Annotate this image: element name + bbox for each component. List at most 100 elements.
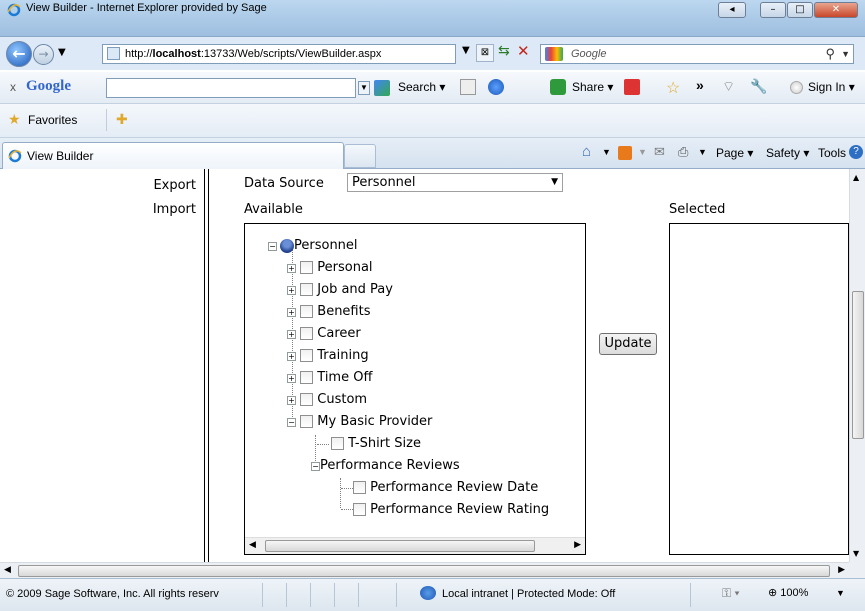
tree-scroll-thumb[interactable] — [265, 540, 535, 552]
collapse-icon[interactable]: − — [311, 462, 320, 471]
print-dropdown-icon[interactable]: ▼ — [698, 147, 707, 157]
expand-icon[interactable]: + — [287, 396, 296, 405]
tree-item[interactable]: + Training — [287, 346, 369, 366]
feeds-dropdown-icon[interactable]: ▼ — [638, 147, 647, 157]
scroll-right-icon[interactable]: ▶ — [574, 540, 581, 550]
tree-item[interactable]: + Job and Pay — [287, 280, 393, 300]
zoom-dropdown-icon[interactable]: ▼ — [836, 588, 845, 598]
tree-hscrollbar[interactable]: ◀ ▶ — [245, 537, 585, 554]
tree-item[interactable]: + Time Off — [287, 368, 372, 388]
help-icon[interactable]: ? — [849, 145, 863, 159]
tree-checkbox[interactable] — [300, 261, 314, 274]
mail-icon[interactable]: ✉ — [654, 144, 665, 160]
tree-checkbox[interactable] — [300, 305, 314, 318]
tree-item[interactable]: + Benefits — [287, 302, 371, 322]
import-link[interactable]: Import — [153, 202, 196, 217]
expand-icon[interactable]: + — [287, 374, 296, 383]
popup-blocker-icon[interactable] — [624, 79, 640, 95]
more-tools-button[interactable]: » — [696, 77, 704, 93]
tree-checkbox[interactable] — [300, 349, 314, 362]
wrench-icon[interactable]: 🔧 — [750, 78, 767, 95]
stop-icon[interactable]: ✕ — [517, 42, 530, 60]
page-hscroll-thumb[interactable] — [18, 565, 830, 577]
search-input[interactable]: Google ⚲ ▼ — [540, 44, 854, 64]
feeds-icon[interactable] — [618, 146, 632, 160]
add-favorite-icon[interactable]: ✚ — [116, 111, 128, 128]
expand-icon[interactable]: + — [287, 308, 296, 317]
close-window-button[interactable]: ✕ — [814, 2, 858, 18]
tree-checkbox[interactable] — [300, 393, 314, 406]
tree-item[interactable]: Performance Review Rating — [353, 500, 549, 520]
google-search-input[interactable] — [106, 78, 356, 98]
available-tree[interactable]: − Personnel + Personal + Job and Pay + Be… — [244, 223, 586, 555]
scroll-down-icon[interactable]: ▼ — [853, 549, 859, 558]
page-scroll-right-icon[interactable]: ▶ — [838, 565, 845, 575]
tree-item[interactable]: + Career — [287, 324, 361, 344]
compatibility-view-icon[interactable]: ⊠ — [476, 44, 494, 62]
share-button[interactable]: Share ▾ — [572, 80, 613, 94]
collapse-icon[interactable]: − — [268, 242, 277, 251]
google-dropdown-icon[interactable]: ▼ — [358, 81, 370, 95]
zone-text[interactable]: Local intranet | Protected Mode: Off — [442, 588, 615, 600]
tree-checkbox[interactable] — [300, 371, 314, 384]
close-toolbar-button[interactable]: x — [10, 80, 16, 94]
tree-item[interactable]: + Custom — [287, 390, 367, 410]
page-vscrollbar[interactable]: ▲ ▼ — [849, 169, 865, 562]
sign-in-button[interactable]: Sign In ▾ — [808, 80, 855, 94]
tree-item[interactable]: + Personal — [287, 258, 373, 278]
tree-checkbox[interactable] — [353, 503, 366, 516]
tree-checkbox[interactable] — [331, 437, 344, 450]
scroll-up-icon[interactable]: ▲ — [853, 173, 859, 182]
page-scroll-left-icon[interactable]: ◀ — [4, 565, 11, 575]
scroll-left-icon[interactable]: ◀ — [249, 540, 256, 550]
home-icon[interactable]: ⌂ — [582, 143, 591, 160]
address-dropdown-icon[interactable]: ▼ — [462, 45, 470, 56]
tree-item[interactable]: Performance Review Date — [353, 478, 538, 498]
page-menu[interactable]: Page ▾ — [716, 146, 753, 160]
address-input[interactable]: http://localhost:13733/Web/scripts/ViewB… — [102, 44, 456, 64]
recent-pages-dropdown-icon[interactable]: ▼ — [58, 47, 66, 58]
expand-icon[interactable]: + — [287, 352, 296, 361]
star-icon[interactable]: ☆ — [666, 78, 680, 98]
page-hscrollbar[interactable]: ◀ ▶ — [0, 562, 849, 578]
tree-item[interactable]: −Performance Reviews — [311, 456, 460, 476]
person-icon — [280, 238, 294, 253]
search-options-icon[interactable]: ▼ — [841, 45, 850, 63]
expand-icon[interactable]: + — [287, 286, 296, 295]
new-tab-button[interactable] — [344, 144, 376, 168]
zoom-control[interactable]: ⊕ 100% — [768, 586, 808, 599]
expand-icon[interactable]: + — [287, 264, 296, 273]
refresh-icon[interactable]: ⇆ — [498, 43, 510, 59]
home-dropdown-icon[interactable]: ▼ — [602, 147, 611, 157]
search-icon[interactable]: ⚲ — [825, 45, 835, 63]
favorites-button[interactable]: Favorites — [28, 113, 77, 127]
update-button[interactable]: Update — [599, 333, 657, 355]
tree-checkbox[interactable] — [300, 283, 314, 296]
forward-button[interactable]: → — [33, 44, 54, 65]
tree-checkbox[interactable] — [300, 327, 314, 340]
security-icon[interactable]: ⚿ ▾ — [722, 586, 740, 601]
minimize-button[interactable]: – — [760, 2, 786, 18]
google-search-button[interactable]: Search ▾ — [398, 80, 445, 94]
back-button[interactable]: ← — [6, 41, 32, 67]
page-scroll-thumb[interactable] — [852, 291, 864, 439]
selected-list[interactable] — [669, 223, 849, 555]
collapse-icon[interactable]: − — [287, 418, 296, 427]
tab-switch-button[interactable]: ◂ — [718, 2, 746, 18]
tree-item[interactable]: T-Shirt Size — [331, 434, 421, 454]
export-link[interactable]: Export — [153, 178, 196, 193]
print-icon[interactable]: ⎙ — [678, 144, 688, 160]
tree-checkbox[interactable] — [300, 415, 314, 428]
tree-root[interactable]: − Personnel — [268, 236, 358, 256]
plus-icon[interactable] — [488, 79, 504, 95]
maximize-button[interactable]: □ — [787, 2, 813, 18]
safety-menu[interactable]: Safety ▾ — [766, 146, 809, 160]
tab-view-builder[interactable]: View Builder — [2, 142, 344, 169]
tree-checkbox[interactable] — [353, 481, 366, 494]
news-icon[interactable] — [460, 79, 476, 95]
tree-item[interactable]: − My Basic Provider — [287, 412, 432, 432]
expand-icon[interactable]: + — [287, 330, 296, 339]
tools-menu[interactable]: Tools — [818, 146, 846, 160]
wireless-icon[interactable]: ⌔ — [722, 78, 735, 96]
data-source-select[interactable]: Personnel ▼ — [347, 173, 563, 192]
